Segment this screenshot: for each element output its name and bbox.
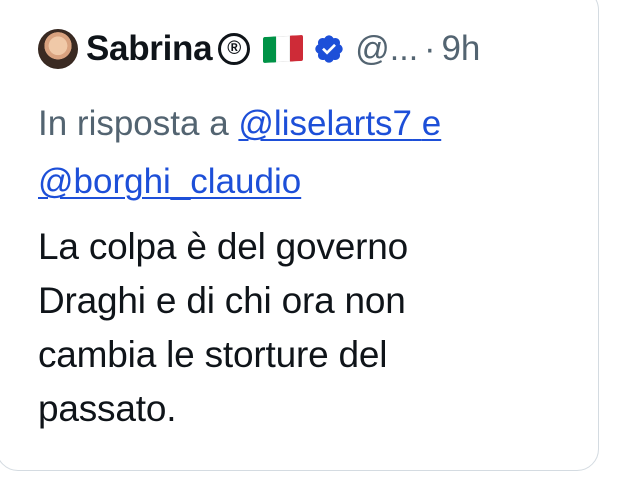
verified-badge-icon <box>315 35 343 63</box>
reply-context: In risposta a @liselarts7 e @borghi_clau… <box>38 95 578 211</box>
mention-conjunction: e <box>412 104 441 143</box>
tweet-text-line: Draghi e di chi ora non <box>38 280 406 321</box>
mention-link-liselarts7[interactable]: @liselarts7 <box>238 104 412 143</box>
separator-dot: · <box>424 29 436 68</box>
tweet-header: Sabrina ® @... · 9h <box>38 29 480 69</box>
mention-conjunction-text: e <box>421 104 442 143</box>
registered-mark-icon: ® <box>218 33 251 65</box>
user-handle[interactable]: @... <box>355 30 418 69</box>
tweet-text-line: cambia le storture del <box>38 334 388 375</box>
mention-link-borghi-claudio[interactable]: @borghi_claudio <box>38 162 301 201</box>
timestamp[interactable]: 9h <box>441 29 480 69</box>
tweet-text: La colpa è del governo Draghi e di chi o… <box>38 220 558 436</box>
tweet-text-line: La colpa è del governo <box>38 226 408 267</box>
avatar[interactable] <box>38 29 78 69</box>
italy-flag-icon <box>263 34 304 64</box>
display-name[interactable]: Sabrina <box>86 29 213 69</box>
reply-prefix: In risposta a <box>38 104 229 143</box>
tweet-text-line: passato. <box>38 388 177 429</box>
